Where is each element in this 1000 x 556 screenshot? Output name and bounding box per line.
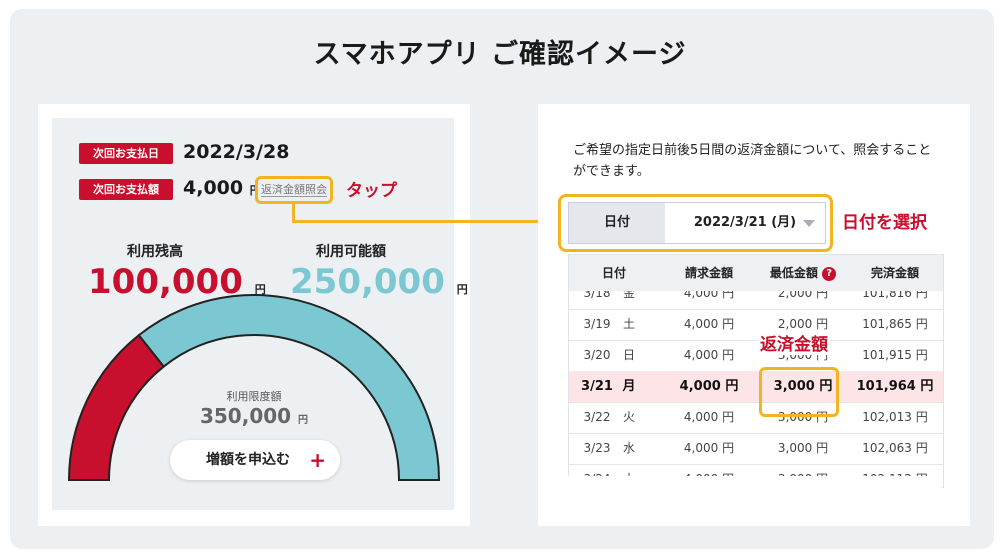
cell-weekday: 火 xyxy=(622,410,635,424)
table-row: 3/21 月 4,000 円 3,000 円 101,964 円 xyxy=(569,371,943,403)
next-payment-amount: 4,000 xyxy=(183,177,244,199)
header-payoff: 完済金額 xyxy=(870,266,919,280)
minimum-amount-highlight xyxy=(759,367,839,417)
plus-icon: + xyxy=(309,448,326,472)
available-value: 250,000 xyxy=(290,262,445,302)
header-date: 日付 xyxy=(601,266,626,280)
available-label: 利用可能額 xyxy=(316,244,386,260)
limit-value: 350,000 xyxy=(199,404,292,428)
cell-payoff: 101,865 円 xyxy=(862,317,928,331)
cell-billing: 4,000 円 xyxy=(679,379,739,394)
next-payment-date: 2022/3/28 xyxy=(183,141,290,163)
cell-minimum: 3,000 円 xyxy=(777,441,829,455)
cell-billing: 4,000 円 xyxy=(683,348,735,362)
balance-value: 100,000 xyxy=(88,262,243,302)
gauge-used-arc xyxy=(67,333,166,481)
balance-label: 利用残高 xyxy=(127,244,183,260)
table-row: 3/20 日 4,000 円 3,000 円 101,915 円 xyxy=(569,340,943,372)
tap-annotation: タップ xyxy=(346,181,397,201)
inquiry-description: ご希望の指定日前後5日間の返済金額について、照会することができます。 xyxy=(573,143,932,179)
cell-payoff: 101,915 円 xyxy=(862,348,928,362)
cell-billing: 4,000 円 xyxy=(683,317,735,331)
limit-yen: 円 xyxy=(298,415,309,426)
select-date-annotation: 日付を選択 xyxy=(842,213,927,233)
apply-increase-button[interactable]: 増額を申込む + xyxy=(170,440,340,480)
header-billing: 請求金額 xyxy=(684,266,733,280)
repayment-amount-annotation: 返済金額 xyxy=(758,330,830,355)
cell-weekday: 日 xyxy=(622,348,635,362)
cell-weekday: 水 xyxy=(622,441,635,455)
available-yen: 円 xyxy=(456,283,468,296)
repayment-inquiry-label: 返済金額照会 xyxy=(261,183,327,197)
balance-yen: 円 xyxy=(254,283,266,296)
page-title: スマホアプリ ご確認イメージ xyxy=(313,39,687,70)
cell-payoff: 102,063 円 xyxy=(862,441,928,455)
apply-increase-label: 増額を申込む xyxy=(206,452,290,468)
table-row: 3/22 火 4,000 円 3,000 円 102,013 円 xyxy=(569,402,943,434)
limit-label: 利用限度額 xyxy=(226,390,282,403)
table-header: 日付 請求金額 最低金額 ? 完済金額 xyxy=(569,255,943,291)
help-icon[interactable]: ? xyxy=(822,266,837,281)
next-payment-amount-badge: 次回お支払額 xyxy=(79,179,173,200)
repayment-inquiry-button[interactable]: 返済金額照会 xyxy=(255,176,333,204)
next-payment-date-badge: 次回お支払日 xyxy=(79,143,173,164)
table-row: 3/23 水 4,000 円 3,000 円 102,063 円 xyxy=(569,433,943,465)
table-row: 3/19 土 4,000 円 2,000 円 101,865 円 xyxy=(569,309,943,341)
table-fade xyxy=(568,476,942,490)
cell-billing: 4,000 円 xyxy=(683,441,735,455)
cell-payoff: 101,964 円 xyxy=(856,379,934,394)
header-minimum: 最低金額 xyxy=(769,266,818,280)
connector-line-horizontal xyxy=(292,220,550,223)
cell-payoff: 102,013 円 xyxy=(862,410,928,424)
cell-weekday: 月 xyxy=(622,379,636,394)
repayment-table: 日付 請求金額 最低金額 ? 完済金額 3/18 金 4,000 円 2,000 円1… xyxy=(568,254,944,488)
date-selector-highlight xyxy=(558,194,833,252)
cell-billing: 4,000 円 xyxy=(683,410,735,424)
cell-weekday: 土 xyxy=(622,317,635,331)
